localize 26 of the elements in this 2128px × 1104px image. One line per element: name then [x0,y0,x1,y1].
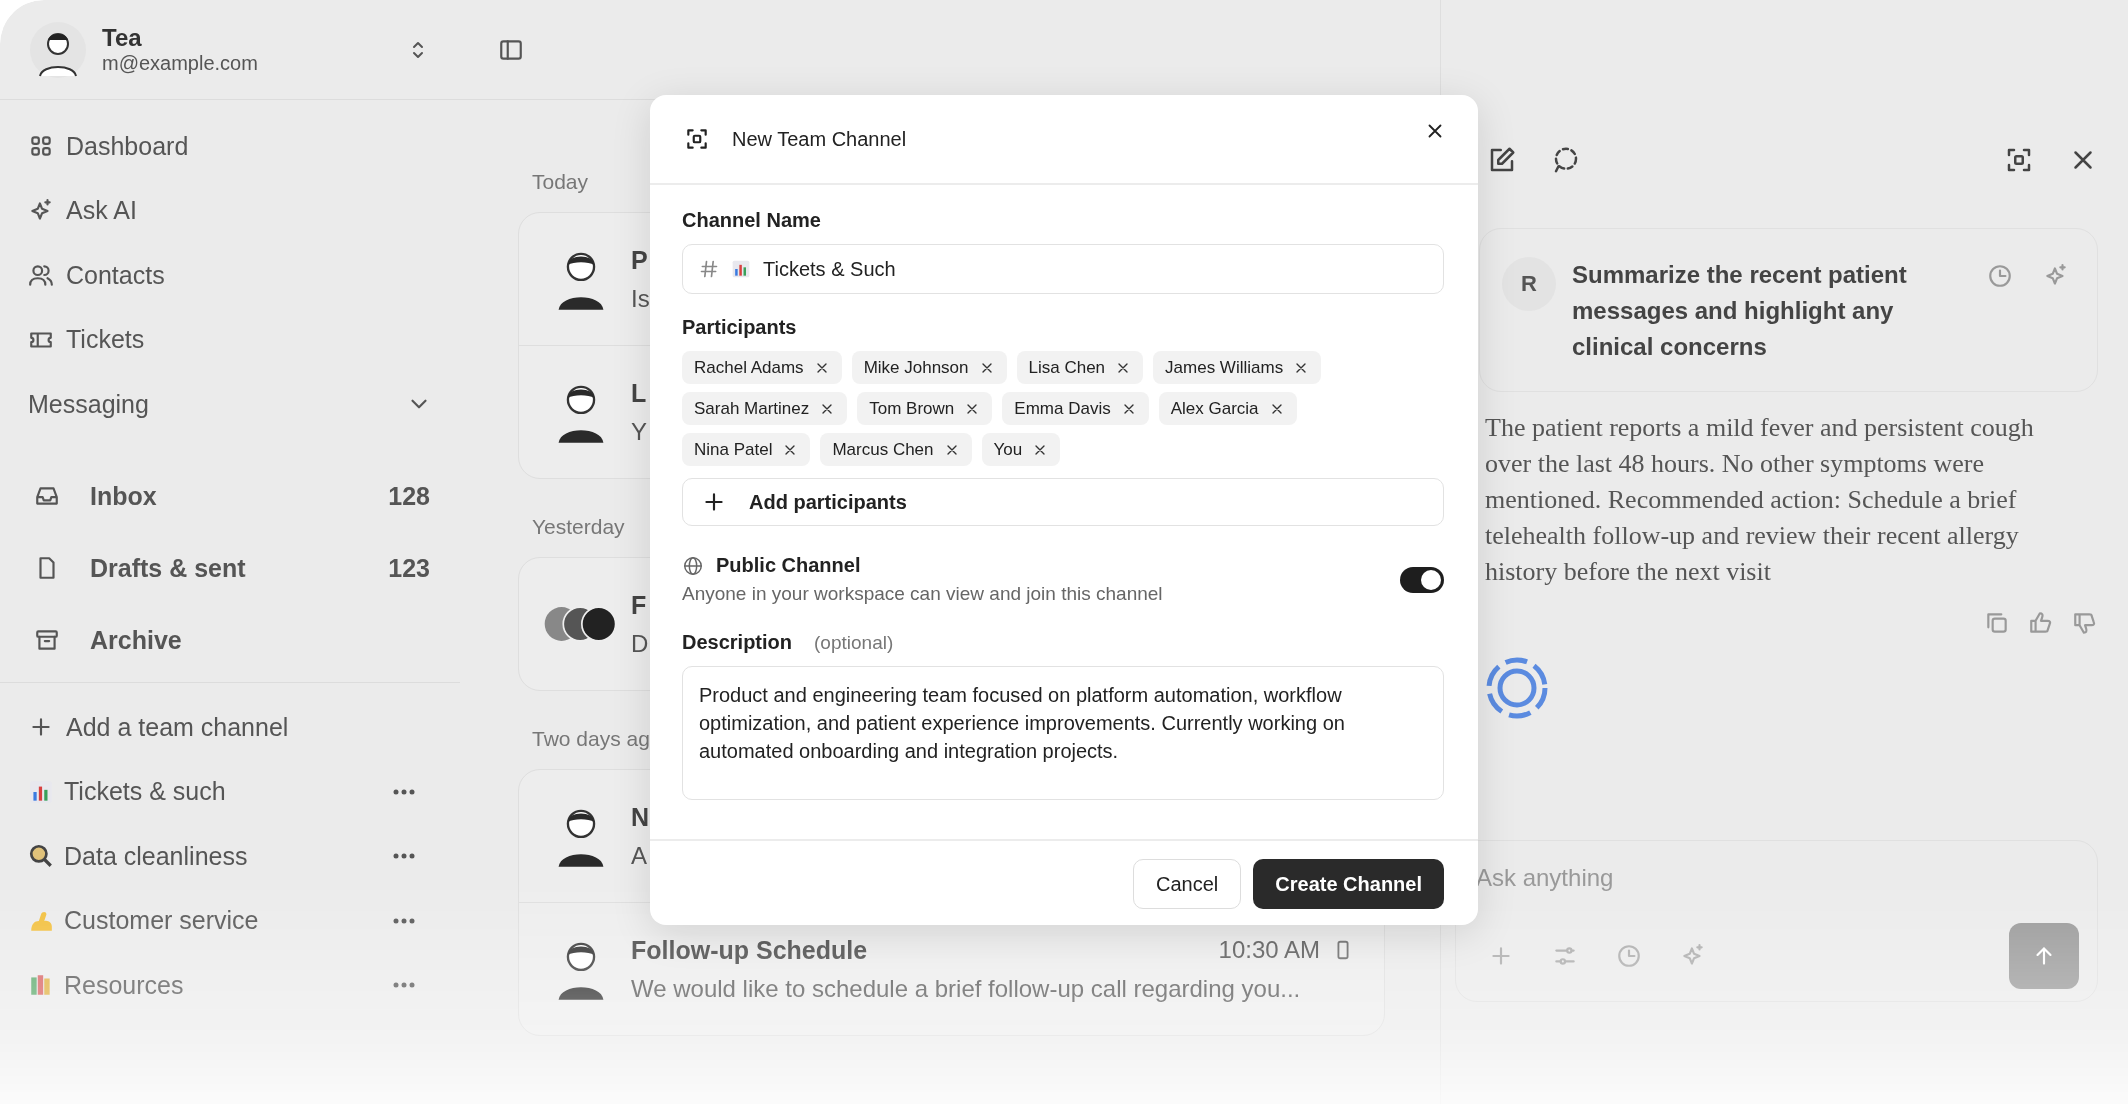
field-label: Participants [682,316,798,339]
user-avatar: R [1502,257,1556,311]
answer-text: The patient reports a mild fever and persistent cough over the last 48 hours. No other symptoms were mentioned. Recommended action: Schedule a brief telehealth follow-up and review their recent allergy history before the next visit [1485,412,2035,588]
user-email: m@example.com [102,52,259,75]
message-preview: Y [631,417,647,446]
dialog-title: New Team Channel [732,127,907,151]
field-label: Description [682,631,793,654]
setting-description: Anyone in your workspace can view and join this channel [682,583,1164,605]
message-title: F [631,590,647,620]
message-title: N [631,802,650,832]
field-label: Channel Name [682,209,822,232]
message-title: P [631,245,648,275]
message-preview: A [631,841,647,870]
optional-hint: (optional) [814,632,894,654]
message-title: L [631,378,647,408]
setting-label: Public Channel [716,554,861,577]
message-preview: We would like to schedule a brief follow-up call regarding you... [631,974,1301,1003]
message-preview: Is [631,284,650,313]
prompt-text: Summarize the recent patient messages and highlight any clinical concerns [1572,260,1908,362]
message-time: 10:30 AM [1218,936,1320,964]
date-label: Yesterday [531,514,625,540]
user-name: Tea [102,24,143,52]
message-title: Follow-up Schedule [631,935,868,965]
message-preview: D [631,629,649,658]
date-label: Two days ag [531,726,650,752]
date-label: Today [531,169,589,195]
